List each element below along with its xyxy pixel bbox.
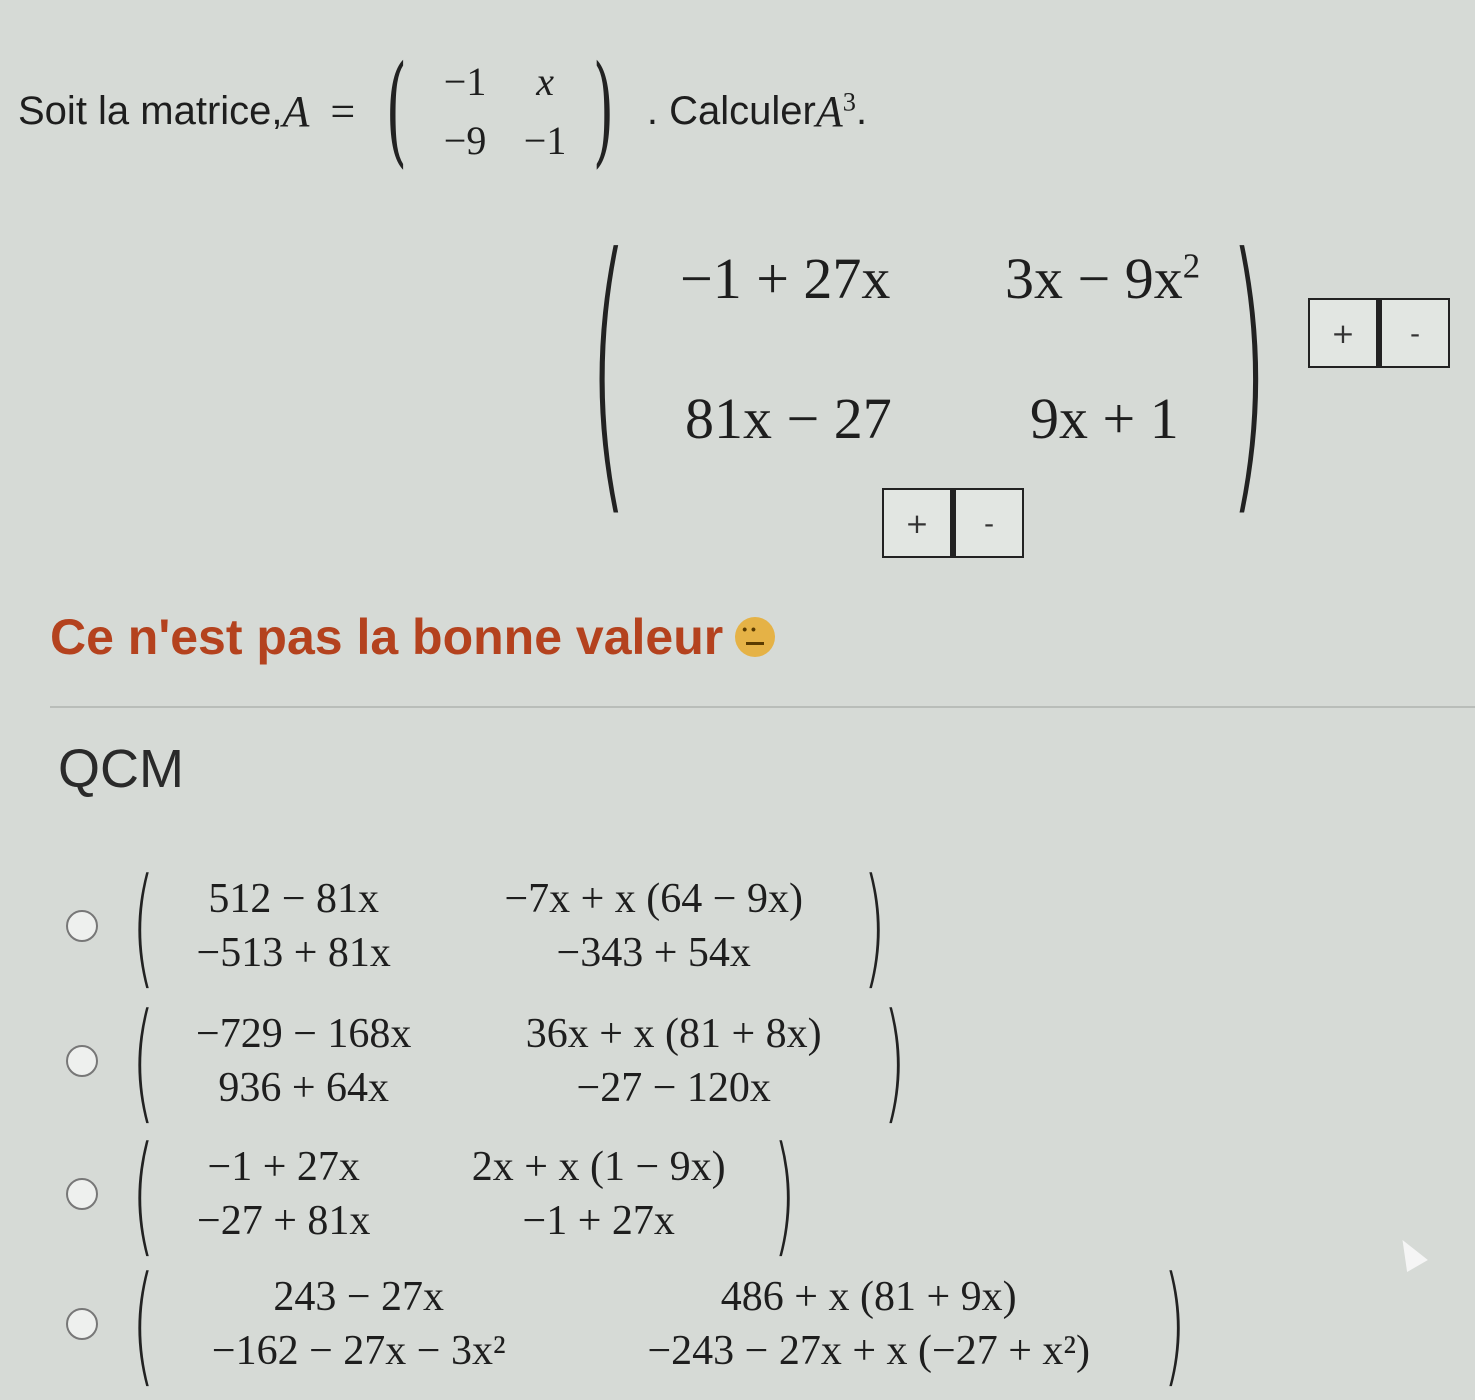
right-paren: )	[592, 41, 615, 180]
radio-button[interactable]	[66, 1178, 98, 1210]
option-matrix: ( 512 − 81x −7x + x (64 − 9x) −513 + 81x…	[118, 850, 899, 1002]
option-cell: 512 − 81x	[208, 876, 380, 922]
feedback-text: Ce n'est pas la bonne valeur	[50, 609, 724, 665]
qcm-option-4[interactable]: ( 243 − 27x 486 + x (81 + 9x) −162 − 27x…	[66, 1248, 1199, 1400]
option-cell: 2x + x (1 − 9x)	[471, 1144, 726, 1190]
option-cell: −243 − 27x + x (−27 + x²)	[647, 1328, 1090, 1374]
sad-face-icon	[735, 617, 776, 657]
option-cell: −729 − 168x	[196, 1011, 412, 1057]
answer-cell-12-text: 3x − 9x	[1005, 246, 1183, 311]
option-cell: −162 − 27x − 3x²	[211, 1328, 506, 1374]
remove-row-button[interactable]: -	[950, 490, 1022, 556]
radio-button[interactable]	[66, 1308, 98, 1340]
answer-left-paren: (	[588, 195, 630, 544]
given-cell-12: x	[536, 59, 554, 104]
matrix-variable: A	[282, 86, 310, 136]
left-paren: (	[386, 41, 408, 180]
given-cell-21: −9	[443, 118, 487, 163]
left-paren: (	[131, 850, 155, 1002]
question-end: .	[855, 88, 868, 133]
answer-cell-21[interactable]: 81x − 27	[685, 385, 892, 452]
question-suffix: . Calculer	[646, 88, 816, 133]
right-paren: )	[862, 850, 886, 1002]
row-add-remove-controls: + -	[882, 488, 1024, 558]
right-paren: )	[882, 985, 906, 1137]
option-matrix-grid: −1 + 27x 2x + x (1 − 9x) −27 + 81x −1 + …	[169, 1143, 759, 1245]
right-paren: )	[1162, 1248, 1186, 1400]
given-cell-11: −1	[443, 59, 487, 104]
option-cell: −343 + 54x	[556, 930, 751, 976]
option-cell: 36x + x (81 + 8x)	[525, 1011, 822, 1057]
qcm-option-2[interactable]: ( −729 − 168x 36x + x (81 + 8x) 936 + 64…	[66, 985, 919, 1137]
option-cell: 243 − 27x	[273, 1274, 445, 1320]
power-exponent: 3	[842, 85, 856, 116]
add-row-button[interactable]: +	[884, 490, 950, 556]
option-cell: −27 − 120x	[576, 1065, 771, 1111]
add-column-button[interactable]: +	[1310, 300, 1376, 366]
option-matrix: ( −729 − 168x 36x + x (81 + 8x) 936 + 64…	[118, 985, 919, 1137]
option-cell: −7x + x (64 − 9x)	[504, 876, 803, 922]
option-matrix-grid: −729 − 168x 36x + x (81 + 8x) 936 + 64x …	[169, 1010, 869, 1112]
section-divider	[50, 706, 1475, 708]
answer-cell-12-exp: 2	[1182, 246, 1201, 286]
answer-matrix: ( −1 + 27x 3x − 9x2 81x − 27 9x + 1 )	[588, 195, 1290, 544]
feedback-message: Ce n'est pas la bonne valeur	[50, 608, 776, 666]
given-matrix-grid: −1 x −9 −1	[420, 58, 580, 164]
left-paren: (	[131, 985, 155, 1137]
question-prefix: Soit la matrice,	[18, 88, 283, 133]
given-matrix: ( −1 x −9 −1 )	[373, 51, 627, 171]
column-add-remove-controls: + -	[1308, 298, 1450, 368]
radio-button[interactable]	[66, 1045, 98, 1077]
qcm-option-1[interactable]: ( 512 − 81x −7x + x (64 − 9x) −513 + 81x…	[66, 850, 899, 1002]
given-cell-22: −1	[523, 118, 567, 163]
power-base: A	[815, 86, 843, 136]
left-paren: (	[131, 1248, 155, 1400]
option-cell: −27 + 81x	[197, 1198, 371, 1244]
option-cell: −1 + 27x	[207, 1144, 360, 1190]
remove-column-button[interactable]: -	[1376, 300, 1448, 366]
option-matrix-grid: 512 − 81x −7x + x (64 − 9x) −513 + 81x −…	[169, 875, 849, 977]
option-matrix: ( 243 − 27x 486 + x (81 + 9x) −162 − 27x…	[118, 1248, 1199, 1400]
answer-right-paren: )	[1228, 195, 1270, 544]
option-cell: −513 + 81x	[196, 930, 391, 976]
radio-button[interactable]	[66, 910, 98, 942]
question-text: Soit la matrice, A = ( −1 x −9 −1 ) . Ca…	[18, 46, 867, 176]
mouse-cursor-icon	[1392, 1234, 1428, 1272]
qcm-title: QCM	[58, 739, 184, 799]
equals-sign: =	[330, 86, 356, 136]
option-matrix-grid: 243 − 27x 486 + x (81 + 9x) −162 − 27x −…	[169, 1273, 1149, 1375]
option-cell: 936 + 64x	[218, 1065, 390, 1111]
option-cell: 486 + x (81 + 9x)	[720, 1274, 1017, 1320]
answer-cell-11[interactable]: −1 + 27x	[680, 245, 890, 312]
answer-cell-22[interactable]: 9x + 1	[1030, 385, 1179, 452]
answer-cell-12[interactable]: 3x − 9x2	[1005, 245, 1200, 312]
option-cell: −1 + 27x	[522, 1198, 675, 1244]
